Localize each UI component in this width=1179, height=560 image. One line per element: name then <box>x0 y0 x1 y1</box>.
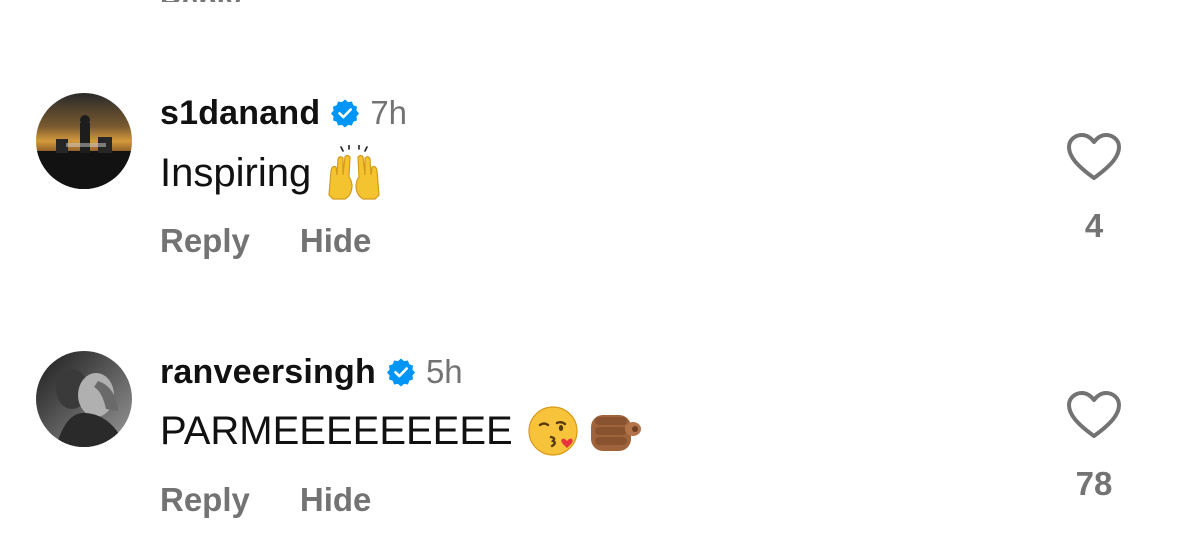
like-count: 78 <box>1075 465 1113 502</box>
comment-item: ranveersingh 5h PARMEEEEEEEEE Reply Hide… <box>0 0 1179 518</box>
comment-text: PARMEEEEEEEEE <box>160 408 513 453</box>
avatar[interactable] <box>36 351 132 447</box>
face-blowing-kiss-emoji <box>527 405 579 457</box>
hide-button[interactable]: Hide <box>300 222 372 260</box>
reply-button[interactable]: Reply <box>160 481 250 519</box>
reply-button[interactable]: Reply <box>160 222 250 260</box>
username[interactable]: ranveersingh <box>160 353 376 392</box>
comment-time: 5h <box>425 353 463 390</box>
hide-button[interactable]: Hide <box>300 481 372 519</box>
verified-badge-icon <box>386 357 416 387</box>
like-count: 4 <box>1084 207 1104 244</box>
pointing-at-viewer-emoji <box>585 405 643 457</box>
like-heart-icon[interactable] <box>1066 390 1122 440</box>
